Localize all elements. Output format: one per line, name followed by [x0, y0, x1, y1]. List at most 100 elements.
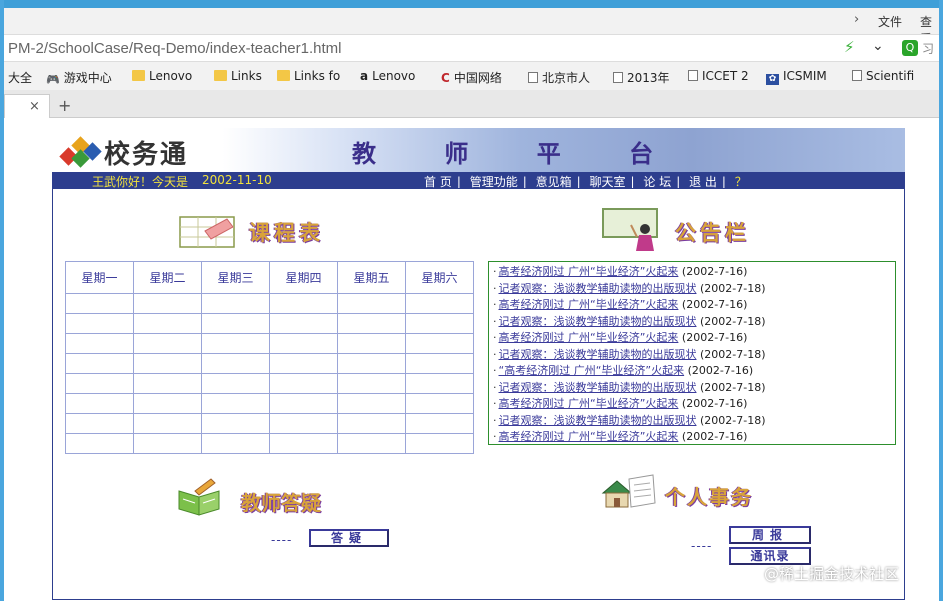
schedule-cell[interactable]	[133, 293, 202, 314]
notice-link[interactable]: 记者观察：浅谈教学辅助读物的出版现状	[499, 414, 697, 427]
notice-date: (2002-7-18)	[700, 281, 766, 295]
schedule-cell[interactable]	[337, 333, 406, 354]
schedule-cell[interactable]	[133, 373, 202, 394]
url-text[interactable]: PM-2/SchoolCase/Req-Demo/index-teacher1.…	[8, 40, 341, 57]
bookmark-item[interactable]: Scientifi	[852, 69, 914, 83]
bookmark-item[interactable]: ✿ ICSMIM	[766, 69, 827, 85]
notice-date: (2002-7-18)	[700, 380, 766, 394]
bookmark-item[interactable]: 北京市人	[528, 69, 590, 86]
main-panel: 课程表 星期一 星期二 星期三 星期四 星期五 星期六 公告栏 · 高考经济刚过…	[52, 188, 905, 600]
schedule-cell[interactable]	[133, 333, 202, 354]
notice-link[interactable]: 高考经济刚过 广州“毕业经济”火起来	[499, 331, 679, 344]
lightning-icon[interactable]: ⚡	[844, 38, 855, 56]
schedule-cell[interactable]	[337, 293, 406, 314]
notice-link[interactable]: 记者观察：浅谈教学辅助读物的出版现状	[499, 348, 697, 361]
schedule-cell[interactable]	[269, 313, 338, 334]
bookmark-item[interactable]: 大全	[8, 69, 32, 86]
notice-link[interactable]: 记者观察：浅谈教学辅助读物的出版现状	[499, 381, 697, 394]
weekly-report-button[interactable]: 周报	[729, 526, 811, 544]
schedule-cell[interactable]	[201, 353, 270, 374]
bookmark-item[interactable]: C 中国网络	[441, 69, 502, 86]
schedule-cell[interactable]	[405, 313, 474, 334]
schedule-cell[interactable]	[337, 373, 406, 394]
notice-item: · “高考经济刚过 广州“毕业经济”火起来 (2002-7-16)	[493, 363, 891, 380]
bookmark-item[interactable]: 🎮 游戏中心	[46, 69, 112, 86]
bookmark-item[interactable]: 2013年	[613, 69, 670, 86]
schedule-cell[interactable]	[65, 353, 134, 374]
menu-file[interactable]: 文件	[878, 13, 902, 30]
schedule-cell[interactable]	[133, 353, 202, 374]
schedule-cell[interactable]	[337, 313, 406, 334]
schedule-cell[interactable]	[201, 333, 270, 354]
schedule-cell[interactable]	[337, 413, 406, 434]
schedule-cell[interactable]	[405, 293, 474, 314]
schedule-cell[interactable]	[133, 313, 202, 334]
schedule-cell[interactable]	[65, 373, 134, 394]
folder-icon	[132, 70, 145, 81]
schedule-cell[interactable]	[65, 433, 134, 454]
close-tab-icon[interactable]: ×	[29, 99, 40, 114]
schedule-cell[interactable]	[405, 353, 474, 374]
schedule-cell[interactable]	[405, 373, 474, 394]
schedule-cell[interactable]	[269, 393, 338, 414]
bookmark-item[interactable]: Lenovo	[132, 69, 192, 83]
bookmark-item[interactable]: Links	[214, 69, 262, 83]
chevron-down-icon[interactable]: ⌄	[872, 38, 884, 54]
notice-link[interactable]: 高考经济刚过 广州“毕业经济”火起来	[499, 430, 679, 443]
notice-link[interactable]: 高考经济刚过 广州“毕业经济”火起来	[499, 397, 679, 410]
day-header: 星期一	[65, 261, 134, 294]
schedule-cell[interactable]	[201, 413, 270, 434]
bookmark-item[interactable]: Links fo	[277, 69, 340, 83]
schedule-cell[interactable]	[65, 413, 134, 434]
new-tab-icon[interactable]: +	[58, 96, 71, 115]
notice-link[interactable]: 记者观察：浅谈教学辅助读物的出版现状	[499, 282, 697, 295]
schedule-cell[interactable]	[405, 333, 474, 354]
notice-link[interactable]: 高考经济刚过 广州“毕业经济”火起来	[499, 298, 679, 311]
notice-link[interactable]: “高考经济刚过 广州“毕业经济”火起来	[499, 364, 685, 377]
bookmark-label: ICCET 2	[702, 69, 749, 83]
schedule-cell[interactable]	[133, 413, 202, 434]
schedule-cell[interactable]	[269, 413, 338, 434]
schedule-cell[interactable]	[269, 353, 338, 374]
bookmark-item[interactable]: a Lenovo	[360, 69, 415, 83]
schedule-cell[interactable]	[201, 373, 270, 394]
schedule-cell[interactable]	[201, 433, 270, 454]
schedule-cell[interactable]	[405, 433, 474, 454]
schedule-cell[interactable]	[405, 393, 474, 414]
notice-date: (2002-7-18)	[700, 314, 766, 328]
bullet-icon: ·	[493, 430, 497, 443]
folder-icon	[277, 70, 290, 81]
tab-current[interactable]: ×	[4, 94, 50, 118]
bookmark-label: Lenovo	[149, 69, 193, 83]
notice-link[interactable]: 记者观察：浅谈教学辅助读物的出版现状	[499, 315, 697, 328]
schedule-cell[interactable]	[337, 353, 406, 374]
search-engine-icon[interactable]: Q	[902, 40, 918, 56]
bookmark-label: Links	[231, 69, 262, 83]
notice-link[interactable]: 高考经济刚过 广州“毕业经济”火起来	[499, 265, 679, 278]
answer-button[interactable]: 答疑	[309, 529, 389, 547]
schedule-cell[interactable]	[269, 293, 338, 314]
chevron-right-icon[interactable]: ›	[854, 12, 859, 27]
bookmark-item[interactable]: ICCET 2	[688, 69, 749, 83]
schedule-cell[interactable]	[65, 333, 134, 354]
schedule-cell[interactable]	[337, 393, 406, 414]
schedule-cell[interactable]	[133, 433, 202, 454]
search-input[interactable]: 习	[922, 40, 934, 57]
schedule-cell[interactable]	[269, 433, 338, 454]
day-header: 星期五	[337, 261, 406, 294]
schedule-cell[interactable]	[133, 393, 202, 414]
schedule-cell[interactable]	[269, 373, 338, 394]
schedule-cell[interactable]	[65, 293, 134, 314]
schedule-cell[interactable]	[65, 313, 134, 334]
schedule-cell[interactable]	[201, 393, 270, 414]
bullet-icon: ·	[493, 413, 497, 427]
address-bar[interactable]: PM-2/SchoolCase/Req-Demo/index-teacher1.…	[4, 34, 939, 62]
notice-date: (2002-7-18)	[700, 413, 766, 427]
qa-dashes: ----	[271, 533, 293, 547]
schedule-cell[interactable]	[405, 413, 474, 434]
schedule-cell[interactable]	[201, 293, 270, 314]
schedule-cell[interactable]	[201, 313, 270, 334]
schedule-cell[interactable]	[337, 433, 406, 454]
schedule-cell[interactable]	[65, 393, 134, 414]
schedule-cell[interactable]	[269, 333, 338, 354]
